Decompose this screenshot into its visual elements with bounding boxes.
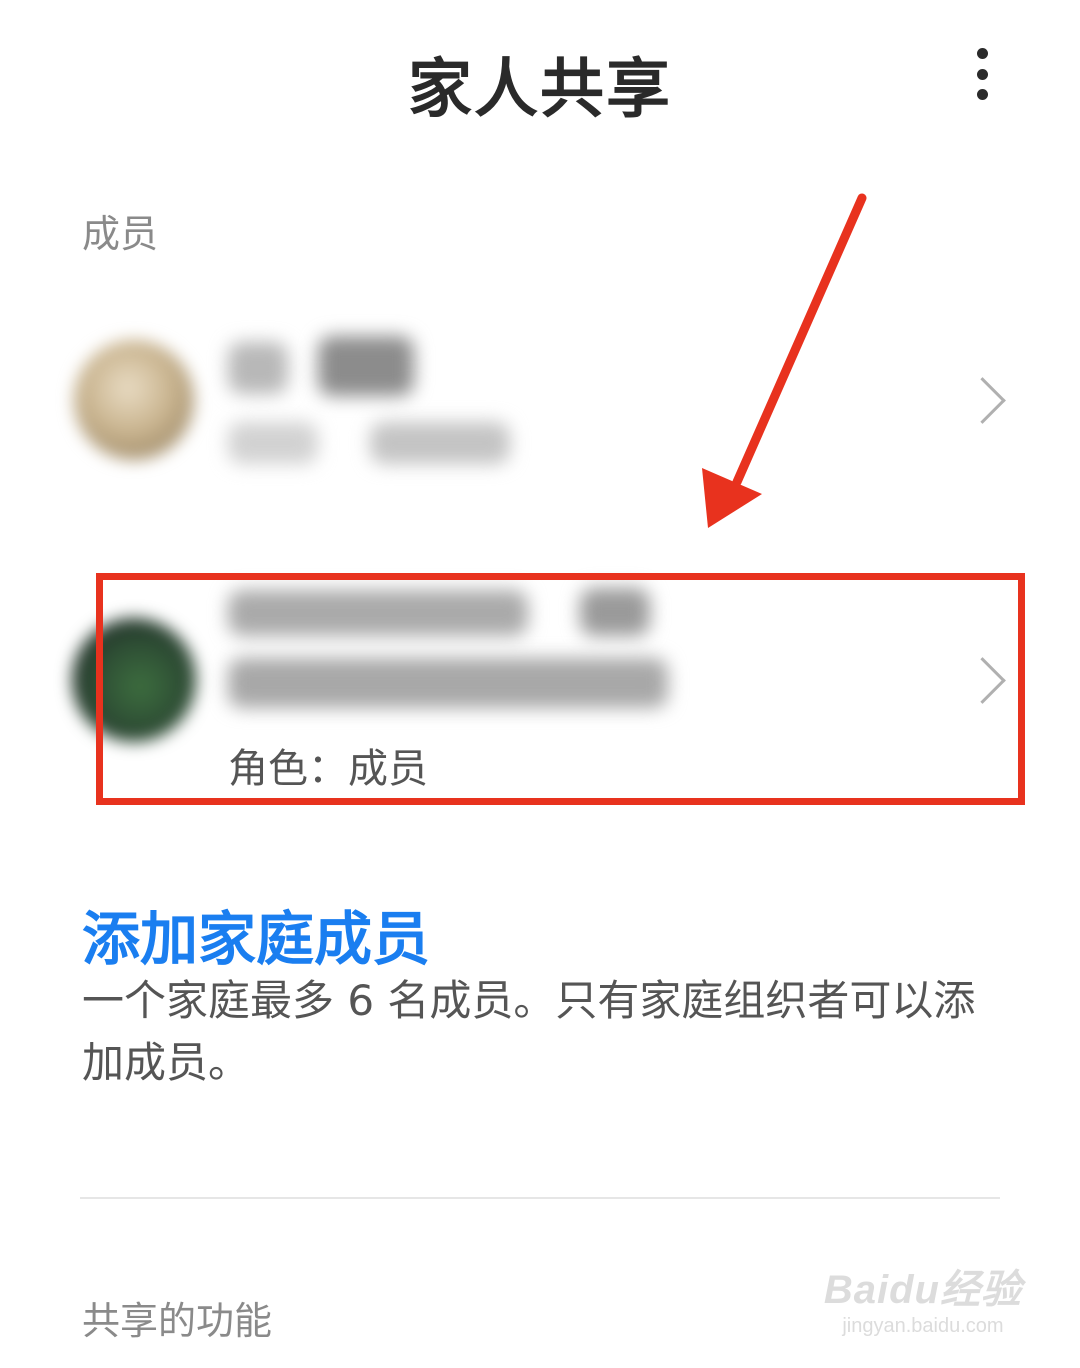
more-options-button[interactable]	[958, 48, 1006, 100]
more-vertical-icon-dot	[976, 89, 988, 100]
avatar	[74, 340, 194, 460]
member-info-blurred	[228, 422, 318, 464]
more-vertical-icon-dot	[976, 68, 988, 80]
family-sharing-page: 家人共享 成员 角色：成员 添加家庭成员 一个家庭最多 6 名成员。只有家庭组织…	[0, 0, 1080, 1368]
member-name-blurred	[228, 590, 528, 636]
page-title: 家人共享	[408, 53, 672, 127]
add-family-member-link[interactable]: 添加家庭成员	[82, 892, 430, 976]
chevron-right-icon	[959, 377, 1006, 424]
baidu-watermark: Baidu经验 jingyan.baidu.com	[824, 1257, 1022, 1338]
member-name-blurred	[228, 342, 288, 394]
member-role-label: 角色：成员	[228, 746, 428, 792]
member-name-blurred	[580, 588, 650, 636]
chevron-right-icon	[959, 657, 1006, 704]
section-divider	[80, 1197, 1000, 1199]
avatar	[72, 618, 196, 742]
member-info-blurred	[228, 658, 668, 708]
member-row-1[interactable]	[60, 300, 1020, 500]
more-vertical-icon-dot	[976, 48, 988, 59]
shared-features-section-label: 共享的功能	[82, 1299, 273, 1343]
member-name-blurred	[318, 336, 414, 396]
member-info-blurred	[370, 422, 510, 464]
add-member-description: 一个家庭最多 6 名成员。只有家庭组织者可以添加成员。	[82, 976, 976, 1087]
member-row-2[interactable]: 角色：成员	[60, 560, 1020, 800]
members-section-label: 成员	[82, 212, 159, 256]
watermark-main: Baidu经验	[823, 1268, 1022, 1312]
watermark-sub: jingyan.baidu.com	[842, 1315, 1004, 1337]
